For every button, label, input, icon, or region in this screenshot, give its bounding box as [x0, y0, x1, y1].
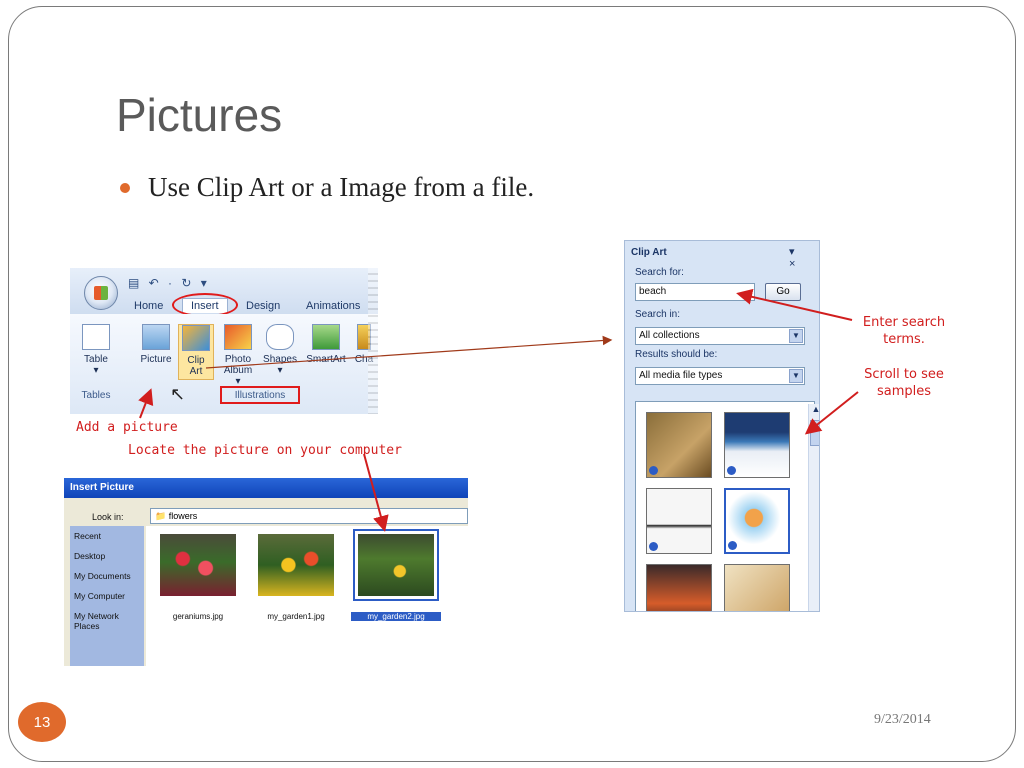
- dialog-title: Insert Picture: [64, 478, 468, 498]
- clip-art-pane-title: Clip Art: [631, 247, 667, 258]
- scroll-thumb[interactable]: [810, 420, 819, 446]
- search-input[interactable]: beach: [635, 283, 755, 301]
- scroll-up-icon[interactable]: ▲: [809, 404, 819, 418]
- clip-art-button[interactable]: Clip Art: [178, 324, 214, 380]
- picture-button-label: Picture: [140, 354, 172, 365]
- table-button-arrow: ▾: [93, 365, 99, 376]
- place-recent[interactable]: Recent: [70, 526, 144, 546]
- clip-thumb[interactable]: [724, 412, 790, 478]
- picture-button[interactable]: Picture: [138, 324, 174, 365]
- results-label: Results should be:: [635, 349, 718, 360]
- photo-album-label-1: Photo: [224, 354, 252, 365]
- photo-album-label-2: Album ▾: [223, 365, 253, 387]
- file-name-my-garden1[interactable]: my_garden1.jpg: [251, 612, 341, 621]
- shapes-button[interactable]: Shapes ▾: [262, 324, 298, 376]
- bullet-item: Use Clip Art or a Image from a file.: [120, 172, 534, 203]
- smartart-button[interactable]: SmartArt: [304, 324, 348, 365]
- file-thumb-geraniums[interactable]: [160, 534, 236, 596]
- file-thumb-my-garden2[interactable]: [353, 529, 439, 601]
- callout-enter-search: Enter search terms.: [862, 315, 946, 347]
- tab-animations[interactable]: Animations: [306, 300, 360, 312]
- look-in-value: flowers: [168, 511, 198, 521]
- clip-thumb[interactable]: [646, 564, 712, 611]
- go-button[interactable]: Go: [765, 283, 801, 301]
- clip-thumb-selected[interactable]: [724, 488, 790, 554]
- insert-picture-dialog: Insert Picture Look in: 📁 flowers Recent…: [64, 478, 468, 666]
- bullet-text: Use Clip Art or a Image from a file.: [148, 172, 535, 202]
- file-list: geraniums.jpg my_garden1.jpg my_garden2.…: [146, 526, 468, 666]
- table-button-label: Table: [84, 354, 108, 365]
- search-for-label: Search for:: [635, 267, 684, 278]
- group-label-tables: Tables: [81, 390, 111, 401]
- ribbon-body: Table ▾ Picture Clip Art Photo Album ▾ S…: [70, 314, 378, 414]
- tab-design[interactable]: Design: [246, 300, 280, 312]
- callout-locate-picture: Locate the picture on your computer: [128, 443, 402, 458]
- slide-title: Pictures: [116, 89, 283, 141]
- office-button-icon[interactable]: [84, 276, 118, 310]
- quick-access-toolbar[interactable]: ▤ ↶ · ↻ ▾: [128, 276, 210, 290]
- clip-art-label-1: Clip: [187, 355, 205, 366]
- file-name-my-garden2[interactable]: my_garden2.jpg: [351, 612, 441, 621]
- look-in-label: Look in:: [92, 512, 124, 522]
- tab-home[interactable]: Home: [134, 300, 163, 312]
- table-button[interactable]: Table ▾: [78, 324, 114, 376]
- chevron-down-icon[interactable]: ▼: [789, 329, 803, 343]
- look-in-dropdown[interactable]: 📁 flowers: [150, 508, 468, 524]
- clip-art-pane: Clip Art ▾ × Search for: beach Go Search…: [624, 240, 820, 612]
- photo-album-icon: [224, 324, 252, 350]
- search-in-value: All collections: [639, 330, 700, 341]
- globe-icon: [728, 541, 737, 550]
- picture-icon: [142, 324, 170, 350]
- file-thumb-my-garden1[interactable]: [258, 534, 334, 596]
- pane-controls[interactable]: ▾ ×: [789, 245, 819, 270]
- search-in-label: Search in:: [635, 309, 681, 320]
- photo-album-button[interactable]: Photo Album ▾: [220, 324, 256, 387]
- globe-icon: [649, 542, 658, 551]
- clip-art-icon: [182, 325, 210, 351]
- clip-thumb[interactable]: [646, 412, 712, 478]
- mouse-cursor-icon: ↖: [170, 384, 186, 404]
- clip-thumb[interactable]: [724, 564, 790, 611]
- folder-icon: 📁: [155, 511, 167, 521]
- callout-scroll: Scroll to see samples: [864, 367, 944, 399]
- chevron-down-icon[interactable]: ▼: [789, 369, 803, 383]
- smartart-label: SmartArt: [306, 354, 346, 365]
- shapes-arrow: ▾: [277, 365, 283, 376]
- media-types-dropdown[interactable]: All media file types ▼: [635, 367, 805, 385]
- torn-edge: [368, 268, 378, 414]
- callout-add-picture: Add a picture: [76, 420, 178, 435]
- place-my-computer[interactable]: My Computer: [70, 586, 144, 606]
- globe-icon: [649, 466, 658, 475]
- search-in-dropdown[interactable]: All collections ▼: [635, 327, 805, 345]
- shapes-icon: [266, 324, 294, 350]
- clip-art-label-2: Art: [189, 366, 203, 377]
- table-icon: [82, 324, 110, 350]
- results-scrollbar[interactable]: ▲: [808, 404, 819, 611]
- file-name-geraniums[interactable]: geraniums.jpg: [153, 612, 243, 621]
- media-types-value: All media file types: [639, 370, 723, 381]
- ribbon-screenshot: ▤ ↶ · ↻ ▾ Home Insert Design Animations …: [70, 268, 378, 414]
- clip-thumb[interactable]: [646, 488, 712, 554]
- illustrations-highlight: [220, 386, 300, 404]
- shapes-label: Shapes: [263, 354, 297, 365]
- places-bar: Recent Desktop My Documents My Computer …: [70, 526, 144, 666]
- globe-icon: [727, 466, 736, 475]
- smartart-icon: [312, 324, 340, 350]
- slide-date: 9/23/2014: [874, 712, 931, 727]
- place-my-documents[interactable]: My Documents: [70, 566, 144, 586]
- place-desktop[interactable]: Desktop: [70, 546, 144, 566]
- bullet-dot-icon: [120, 182, 130, 193]
- slide-number-badge: 13: [18, 702, 66, 742]
- clip-results-grid: ▲: [635, 401, 819, 611]
- place-my-network-places[interactable]: My Network Places: [70, 606, 144, 636]
